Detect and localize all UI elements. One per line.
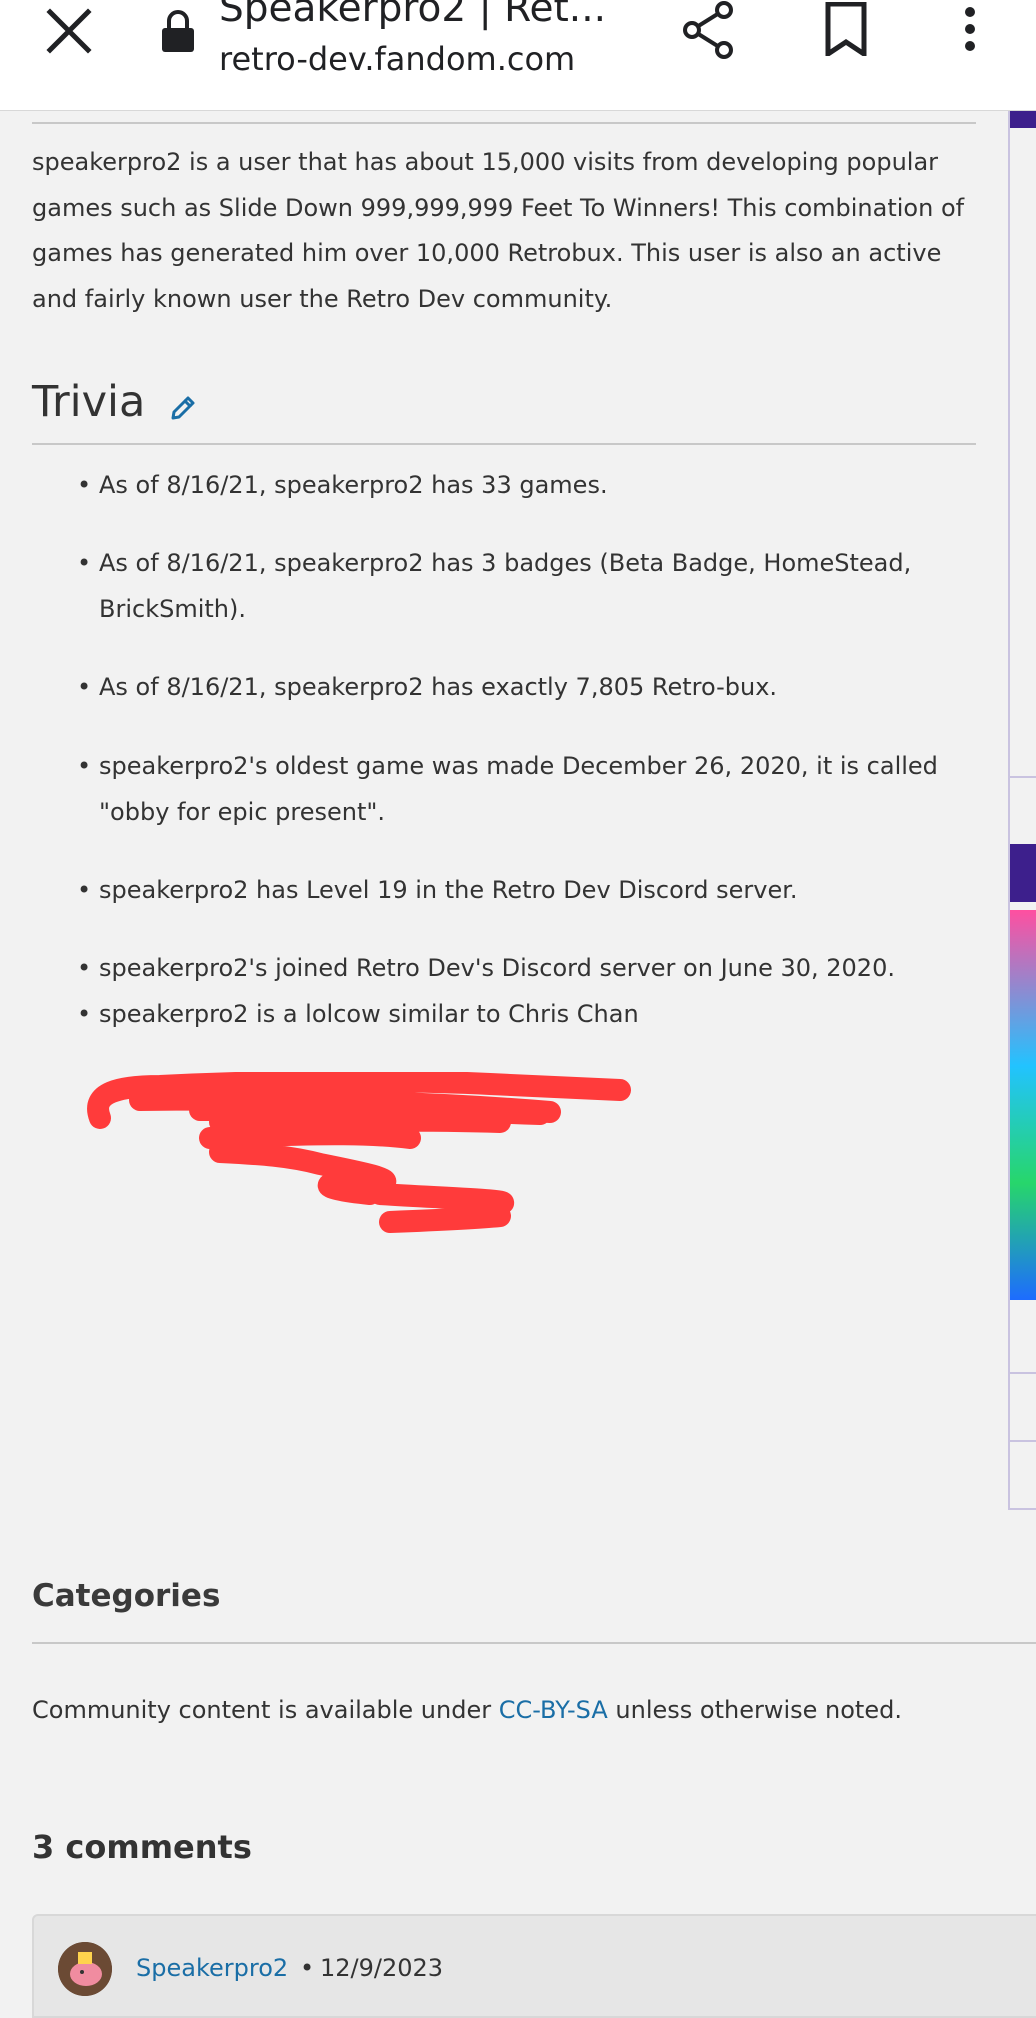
trivia-text: speakerpro2 has Level 19 in the Retro De… — [99, 876, 798, 904]
browser-toolbar: Speakerpro2 | Ret... retro-dev.fandom.co… — [0, 0, 1036, 111]
intro-paragraph: speakerpro2 is a user that has about 15,… — [32, 148, 965, 313]
trivia-item: • speakerpro2 is a lolcow similar to Chr… — [77, 992, 979, 1038]
trivia-text: speakerpro2's oldest game was made Decem… — [99, 752, 938, 826]
more-vertical-icon[interactable] — [958, 2, 982, 56]
bullet: • — [77, 471, 92, 499]
section-divider — [32, 122, 976, 124]
red-scribble-redaction — [87, 1072, 631, 1233]
trivia-text: As of 8/16/21, speakerpro2 has 3 badges … — [99, 549, 912, 623]
trivia-item: • As of 8/16/21, speakerpro2 has 3 badge… — [77, 541, 979, 632]
license-link[interactable]: CC-BY-SA — [499, 1696, 608, 1724]
trivia-item: • speakerpro2's oldest game was made Dec… — [77, 744, 979, 835]
bullet: • — [77, 752, 92, 780]
page-url[interactable]: retro-dev.fandom.com — [219, 40, 575, 78]
bullet: • — [77, 954, 92, 982]
trivia-heading: Trivia — [32, 377, 146, 427]
infobox-edge — [1008, 110, 1036, 1510]
categories-divider — [32, 1642, 1036, 1644]
trivia-divider — [32, 443, 976, 445]
license-prefix: Community content is available under — [32, 1696, 499, 1724]
trivia-text: As of 8/16/21, speakerpro2 has 33 games. — [99, 471, 608, 499]
trivia-item: • As of 8/16/21, speakerpro2 has exactly… — [77, 665, 979, 711]
bullet: • — [77, 673, 92, 701]
infobox-section-bar — [1010, 844, 1036, 902]
comment-separator: • — [300, 1954, 315, 1982]
avatar[interactable] — [58, 1942, 112, 1996]
bullet: • — [77, 549, 92, 577]
lock-icon — [162, 10, 194, 52]
trivia-text: speakerpro2 is a lolcow similar to Chris… — [99, 1000, 639, 1028]
comment-author[interactable]: Speakerpro2 — [136, 1954, 288, 1982]
license-notice: Community content is available under CC-… — [32, 1696, 902, 1724]
trivia-text: speakerpro2's joined Retro Dev's Discord… — [99, 954, 895, 982]
close-icon[interactable] — [44, 6, 94, 56]
infobox-header-bar — [1010, 110, 1036, 128]
infobox-divider — [1010, 1508, 1036, 1510]
infobox-divider — [1010, 1440, 1036, 1442]
comment-date: 12/9/2023 — [320, 1954, 444, 1982]
trivia-item: • As of 8/16/21, speakerpro2 has 33 game… — [77, 463, 979, 509]
bullet: • — [77, 876, 92, 904]
bookmark-icon[interactable] — [824, 2, 868, 56]
share-icon[interactable] — [680, 0, 736, 60]
infobox-divider — [1010, 1372, 1036, 1374]
infobox-image — [1010, 910, 1036, 1300]
categories-heading: Categories — [32, 1578, 221, 1614]
trivia-item: • speakerpro2's joined Retro Dev's Disco… — [77, 946, 979, 992]
pig-avatar-icon — [58, 1942, 112, 1996]
comments-heading: 3 comments — [32, 1828, 252, 1866]
trivia-text: As of 8/16/21, speakerpro2 has exactly 7… — [99, 673, 778, 701]
page-title[interactable]: Speakerpro2 | Ret... — [219, 0, 606, 31]
comment-card: Speakerpro2 • 12/9/2023 — [32, 1914, 1036, 2018]
license-suffix: unless otherwise noted. — [607, 1696, 902, 1724]
bullet: • — [77, 1000, 92, 1028]
trivia-item: • speakerpro2 has Level 19 in the Retro … — [77, 868, 979, 914]
edit-pencil-icon[interactable] — [170, 394, 196, 420]
infobox-divider — [1010, 776, 1036, 778]
